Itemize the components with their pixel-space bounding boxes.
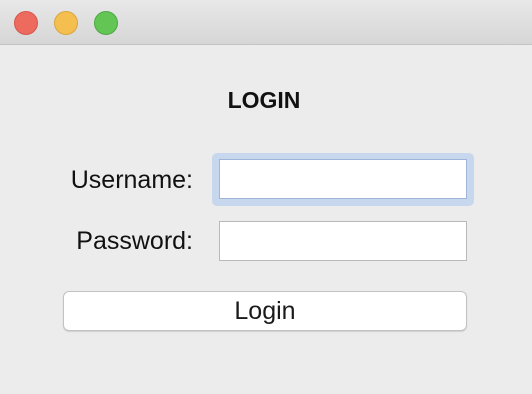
password-input[interactable] (219, 221, 467, 261)
login-button[interactable]: Login (63, 291, 467, 331)
close-window-icon[interactable] (14, 11, 38, 35)
username-input[interactable] (219, 159, 467, 199)
login-heading: LOGIN (227, 87, 301, 113)
maximize-window-icon[interactable] (94, 11, 118, 35)
username-label: Username: (70, 166, 193, 194)
title-bar[interactable] (0, 0, 532, 45)
minimize-window-icon[interactable] (54, 11, 78, 35)
password-label: Password: (76, 227, 193, 255)
login-window: LOGIN Username: Password: Login (0, 0, 532, 394)
